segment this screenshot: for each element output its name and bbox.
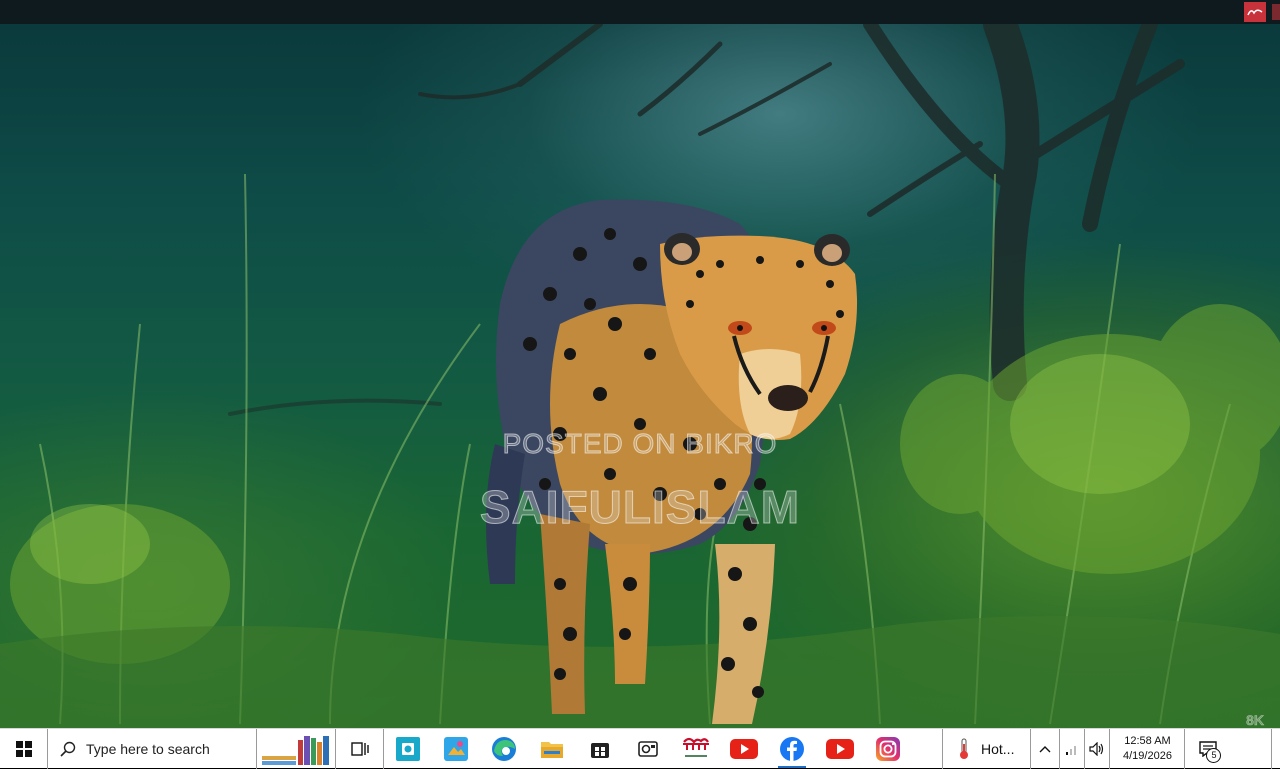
office-app-icon [638,740,658,757]
taskbar: Type here to search Hot... 12:58 AM 4/19… [0,728,1280,769]
facebook-button[interactable] [768,729,816,769]
camera-app-icon [396,736,420,761]
start-button[interactable] [0,728,48,769]
weather-label: Hot... [981,740,1015,757]
bengali-logo-app-icon [683,737,709,757]
youtube-icon [826,738,854,759]
weather-widget[interactable]: Hot... [943,728,1032,769]
store-app-icon [591,742,609,758]
desktop-wallpaper: POSTED ON BIKRO SAIFULISLAM 8K [0,24,1280,728]
topbar-edge-indicator [1272,4,1280,20]
clock-date: 4/19/2026 [1123,749,1172,762]
office-app-button[interactable] [624,729,672,769]
volume-button[interactable] [1085,728,1111,769]
edge-browser-icon [492,736,516,761]
bengali-logo-app-button[interactable] [672,729,720,769]
task-view-icon [350,741,369,756]
system-tray: 12:58 AM 4/19/2026 5 [1031,728,1231,769]
photos-app-button[interactable] [432,729,480,769]
books-icon [262,735,329,765]
store-app-button[interactable] [576,729,624,769]
chevron-up-icon [1039,745,1051,752]
pinned-apps [384,728,943,769]
thermometer-icon [960,738,968,759]
search-placeholder: Type here to search [86,740,210,757]
wallpaper-art [0,24,1280,728]
edge-browser-button[interactable] [480,729,528,769]
resolution-watermark: 8K [1246,712,1264,728]
file-explorer-icon [541,741,563,758]
notification-count-badge: 5 [1206,747,1222,763]
file-explorer-button[interactable] [528,729,576,769]
instagram-button[interactable] [864,729,912,769]
camera-app-button[interactable] [384,729,432,769]
youtube-icon [730,738,758,759]
speaker-icon [1089,741,1104,756]
search-icon [60,741,76,757]
clock-time: 12:58 AM [1124,734,1171,747]
books-widget-button[interactable] [256,728,336,769]
facebook-icon [780,736,804,761]
app-badge-icon[interactable] [1244,2,1266,22]
network-button[interactable] [1060,728,1086,769]
instagram-icon [876,736,900,761]
top-window-strip [0,0,1280,24]
show-desktop-button[interactable] [1271,728,1280,769]
windows-logo-icon [15,740,32,757]
search-box[interactable]: Type here to search [48,729,256,769]
photos-app-icon [444,736,468,761]
youtube-button-2[interactable] [816,729,864,769]
network-icon [1066,745,1077,755]
show-hidden-icons-button[interactable] [1031,728,1061,769]
action-center-button[interactable]: 5 [1185,729,1231,769]
youtube-button[interactable] [720,729,768,769]
task-view-button[interactable] [336,728,384,769]
clock[interactable]: 12:58 AM 4/19/2026 [1110,728,1186,769]
